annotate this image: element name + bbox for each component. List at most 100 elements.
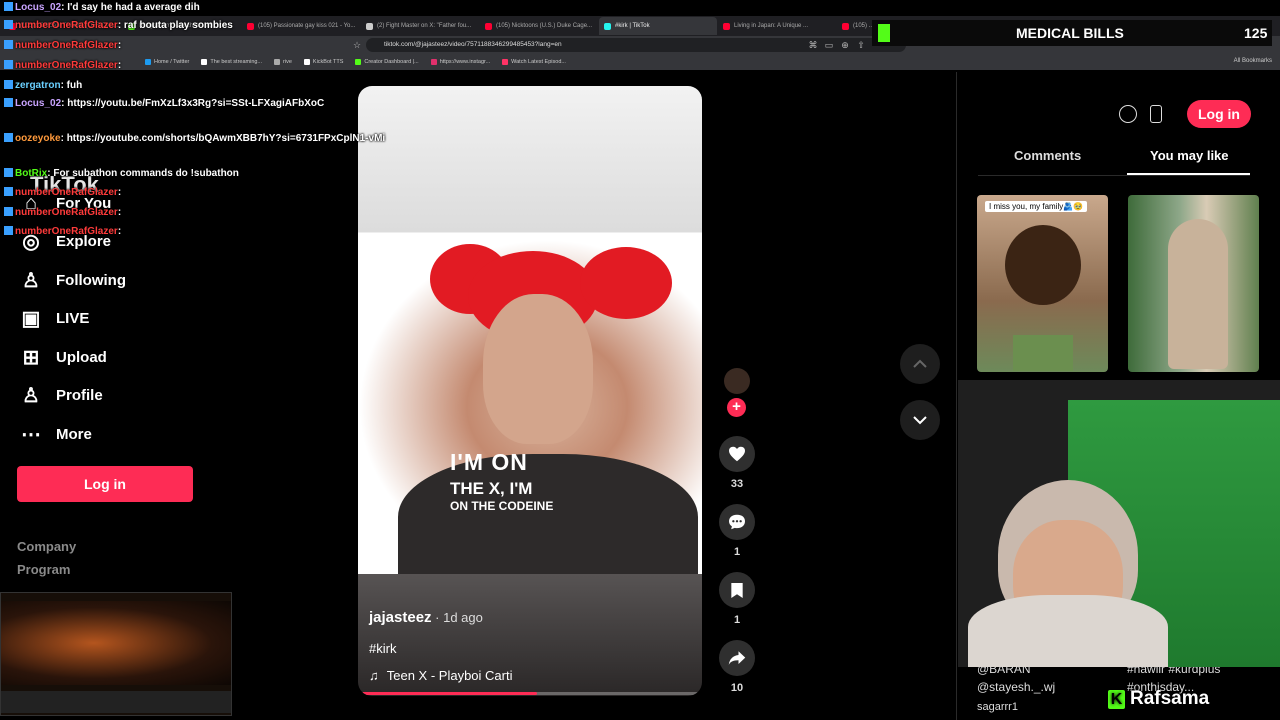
bookmark-favicon-icon (430, 59, 437, 65)
browser-tab[interactable]: Living in Japan: A Unique ... (718, 17, 836, 35)
footer-program-link[interactable]: Program (17, 562, 70, 577)
chat-username: numberOneRafGlazer (15, 60, 118, 71)
chat-text: https://youtu.be/FmXzLf3x3Rg?si=SSt-LFXa… (67, 98, 325, 109)
tab-you-may-like[interactable]: You may like (1150, 148, 1229, 163)
goal-label: MEDICAL BILLS (1016, 25, 1124, 41)
chat-username: numberOneRafGlazer (15, 20, 118, 31)
chat-text: I'd say he had a average dih (67, 2, 200, 13)
chat-message: numberOneRafGlazer: (4, 60, 121, 71)
chat-badge-icon (4, 168, 13, 177)
author-name[interactable]: jajasteez (369, 609, 432, 626)
share-button[interactable] (719, 640, 755, 676)
share-arrow-icon (728, 651, 746, 665)
chat-username: zergatron (15, 80, 61, 91)
sidebar-item-live[interactable]: ▣ LIVE (20, 307, 90, 330)
sidebar-item-label: Profile (56, 386, 103, 404)
tab-comments[interactable]: Comments (1014, 148, 1081, 163)
chat-badge-icon (4, 207, 13, 216)
chat-text: fuh (66, 80, 83, 91)
tab-favicon-icon (842, 22, 849, 30)
chevron-down-icon (913, 416, 927, 425)
chat-text: For subathon commands do !subathon (53, 168, 239, 179)
share-action: 10 (717, 640, 757, 694)
chat-message: numberOneRafGlazer: (4, 187, 121, 198)
bookmark-item[interactable]: Watch Latest Episod... (502, 59, 566, 65)
sidebar-item-label: More (56, 425, 92, 443)
tab-label: (105) Nicktoons (U.S.) Duke Cage... (496, 23, 593, 29)
follow-plus-button[interactable]: + (727, 398, 746, 417)
header-login-button[interactable]: Log in (1187, 100, 1251, 128)
video-player[interactable]: I'M ON THE X, I'M ON THE CODEINE jajaste… (358, 86, 702, 696)
comment-action: 1 (717, 504, 757, 558)
tab-label: #kirk | TikTok (615, 23, 650, 29)
cast-icon[interactable]: ▭ (822, 40, 836, 51)
goal-progress-fill (878, 24, 890, 42)
save-count: 1 (733, 614, 741, 626)
chat-message: numberOneRafGlazer: raf bouta play sombi… (4, 20, 233, 31)
video-progress-fill (362, 692, 537, 695)
bookmark-item[interactable]: https://www.instagr... (430, 59, 490, 65)
more-icon: ⋯ (21, 423, 41, 446)
video-author[interactable]: jajasteez · 1d ago (369, 609, 483, 626)
device-icon[interactable] (1150, 105, 1162, 123)
mini-video-player[interactable] (0, 592, 232, 716)
following-icon: ♙ (22, 269, 40, 292)
suggested-video-thumb[interactable]: I miss you, my family🫂🥹 (977, 195, 1108, 372)
comment-count: 1 (733, 546, 741, 558)
suggested-video-thumb[interactable] (1128, 195, 1259, 372)
share-count: 10 (730, 682, 744, 694)
chat-username: numberOneRafGlazer (15, 226, 118, 237)
sidebar-login-button[interactable]: Log in (17, 466, 193, 502)
video-sound[interactable]: ♫ Teen X - Playboi Carti (369, 668, 512, 683)
music-note-icon: ♫ (369, 668, 379, 683)
profile-icon: ♙ (22, 384, 40, 407)
chat-username: numberOneRafGlazer (15, 187, 118, 198)
sound-title[interactable]: Teen X - Playboi Carti (387, 668, 513, 683)
bookmark-icon (731, 582, 743, 598)
browser-tab[interactable]: (105) Nicktoons (U.S.) Duke Cage... (480, 17, 598, 35)
video-progress-bar[interactable] (362, 692, 698, 695)
sidebar-item-more[interactable]: ⋯ More (20, 423, 92, 446)
chat-message: BotRix: For subathon commands do !subath… (4, 168, 239, 179)
previous-video-button[interactable] (900, 344, 940, 384)
save-button[interactable] (719, 572, 755, 608)
chat-username: numberOneRafGlazer (15, 207, 118, 218)
stream-chat-overlay: Locus_02: I'd say he had a average dih nu… (0, 0, 385, 240)
lyric-line-1: I'M ON (450, 449, 528, 475)
next-video-button[interactable] (900, 400, 940, 440)
comment-button[interactable] (719, 504, 755, 540)
video-hashtag[interactable]: #kirk (369, 641, 396, 656)
chat-badge-icon (4, 60, 13, 69)
translate-icon[interactable]: ⌘ (806, 40, 820, 51)
zoom-icon[interactable]: ⊕ (838, 40, 852, 51)
sidebar-item-upload[interactable]: ⊞ Upload (20, 346, 107, 369)
like-count: 33 (730, 478, 744, 490)
browser-tab[interactable]: (2) Fight Master on X: "Father fou... (361, 17, 479, 35)
browser-tab[interactable]: #kirk | TikTok (599, 17, 717, 35)
streamer-brand: K Rafsama (1108, 688, 1209, 710)
lyric-line-2: THE X, I'M (450, 479, 533, 498)
tab-label: (105) ... (853, 23, 874, 29)
chevron-up-icon (913, 359, 927, 368)
sidebar-item-following[interactable]: ♙ Following (20, 269, 126, 292)
bookmark-item[interactable]: Creator Dashboard |... (355, 59, 419, 65)
chat-username: Locus_02 (15, 98, 62, 109)
compass-icon[interactable] (1119, 105, 1137, 123)
like-button[interactable] (719, 436, 755, 472)
active-tab-indicator (1127, 173, 1250, 175)
lyric-line-3: ON THE CODEINE (450, 499, 554, 513)
goal-count: 125 (1244, 25, 1268, 41)
chat-message: numberOneRafGlazer: (4, 226, 121, 237)
tab-favicon-icon (485, 22, 492, 30)
share-icon[interactable]: ⇧ (854, 40, 868, 51)
footer-company-link[interactable]: Company (17, 539, 76, 554)
chat-badge-icon (4, 226, 13, 235)
sidebar-item-profile[interactable]: ♙ Profile (20, 384, 103, 407)
streamer-webcam (958, 380, 1280, 667)
bookmark-star-icon[interactable]: ☆ (350, 40, 364, 51)
chat-username: numberOneRafGlazer (15, 40, 118, 51)
creator-avatar[interactable] (724, 368, 750, 394)
chat-message: numberOneRafGlazer: (4, 207, 121, 218)
suggestion-text: @stayesh._.wj (977, 680, 1056, 694)
all-bookmarks-link[interactable]: All Bookmarks (1234, 58, 1272, 64)
